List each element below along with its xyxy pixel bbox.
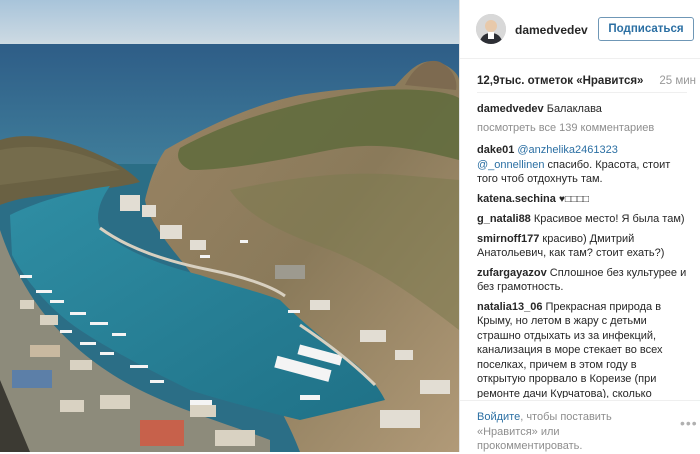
more-options-icon[interactable]: •••: [680, 416, 697, 430]
login-link[interactable]: Войдите: [477, 411, 520, 423]
comment-text: Прекрасная природа в Крыму, но летом в ж…: [477, 300, 663, 399]
view-all-comments-link[interactable]: посмотреть все 139 комментариев: [477, 121, 687, 143]
comment-footer: Войдите, чтобы поставить «Нравится» или …: [460, 400, 700, 453]
post-caption: damedvedev Балаклава: [477, 102, 687, 121]
caption-author[interactable]: damedvedev: [477, 103, 544, 115]
comment-author[interactable]: dake01: [477, 144, 514, 156]
comment-author[interactable]: natalia13_06: [477, 301, 542, 313]
comment-item: natalia13_06 Прекрасная природа в Крыму,…: [477, 300, 687, 399]
comment-text: Красивое место! Я была там): [533, 213, 685, 225]
likes-count[interactable]: 12,9тыс. отметок «Нравится»: [477, 75, 643, 87]
comment-author[interactable]: smirnoff177: [477, 233, 539, 245]
user-avatar-icon: [476, 14, 506, 44]
follow-button[interactable]: Подписаться: [598, 17, 694, 41]
post-stats: 12,9тыс. отметок «Нравится» 25 мин: [477, 75, 699, 89]
avatar[interactable]: [476, 14, 506, 44]
comment-author[interactable]: katena.sechina: [477, 193, 556, 205]
login-prompt: Войдите, чтобы поставить «Нравится» или …: [477, 410, 667, 454]
post-photo: [0, 0, 459, 452]
post-sidebar: damedvedev Подписаться 12,9тыс. отметок …: [459, 0, 700, 452]
comment-author[interactable]: g_natali88: [477, 213, 531, 225]
comment-item: zufargayazov Сплошное без культурее и бе…: [477, 266, 687, 295]
post-header: damedvedev Подписаться: [460, 0, 700, 59]
comment-item: katena.sechina ♥□□□□: [477, 192, 687, 208]
divider: [477, 92, 687, 93]
comment-item: dake01 @anzhelika2461323 @_onnellinen сп…: [477, 143, 687, 187]
comment-text: ♥□□□□: [558, 193, 590, 205]
username[interactable]: damedvedev: [515, 23, 588, 37]
comments-list: damedvedev Балаклава посмотреть все 139 …: [477, 102, 687, 398]
comment-item: g_natali88 Красивое место! Я была там): [477, 212, 687, 227]
comment-item: smirnoff177 красиво) Дмитрий Анатольевич…: [477, 232, 687, 261]
post-time[interactable]: 25 мин: [659, 75, 696, 87]
comment-author[interactable]: zufargayazov: [477, 267, 547, 279]
balaklava-bay-photo: [0, 0, 459, 452]
caption-text: Балаклава: [546, 103, 602, 115]
